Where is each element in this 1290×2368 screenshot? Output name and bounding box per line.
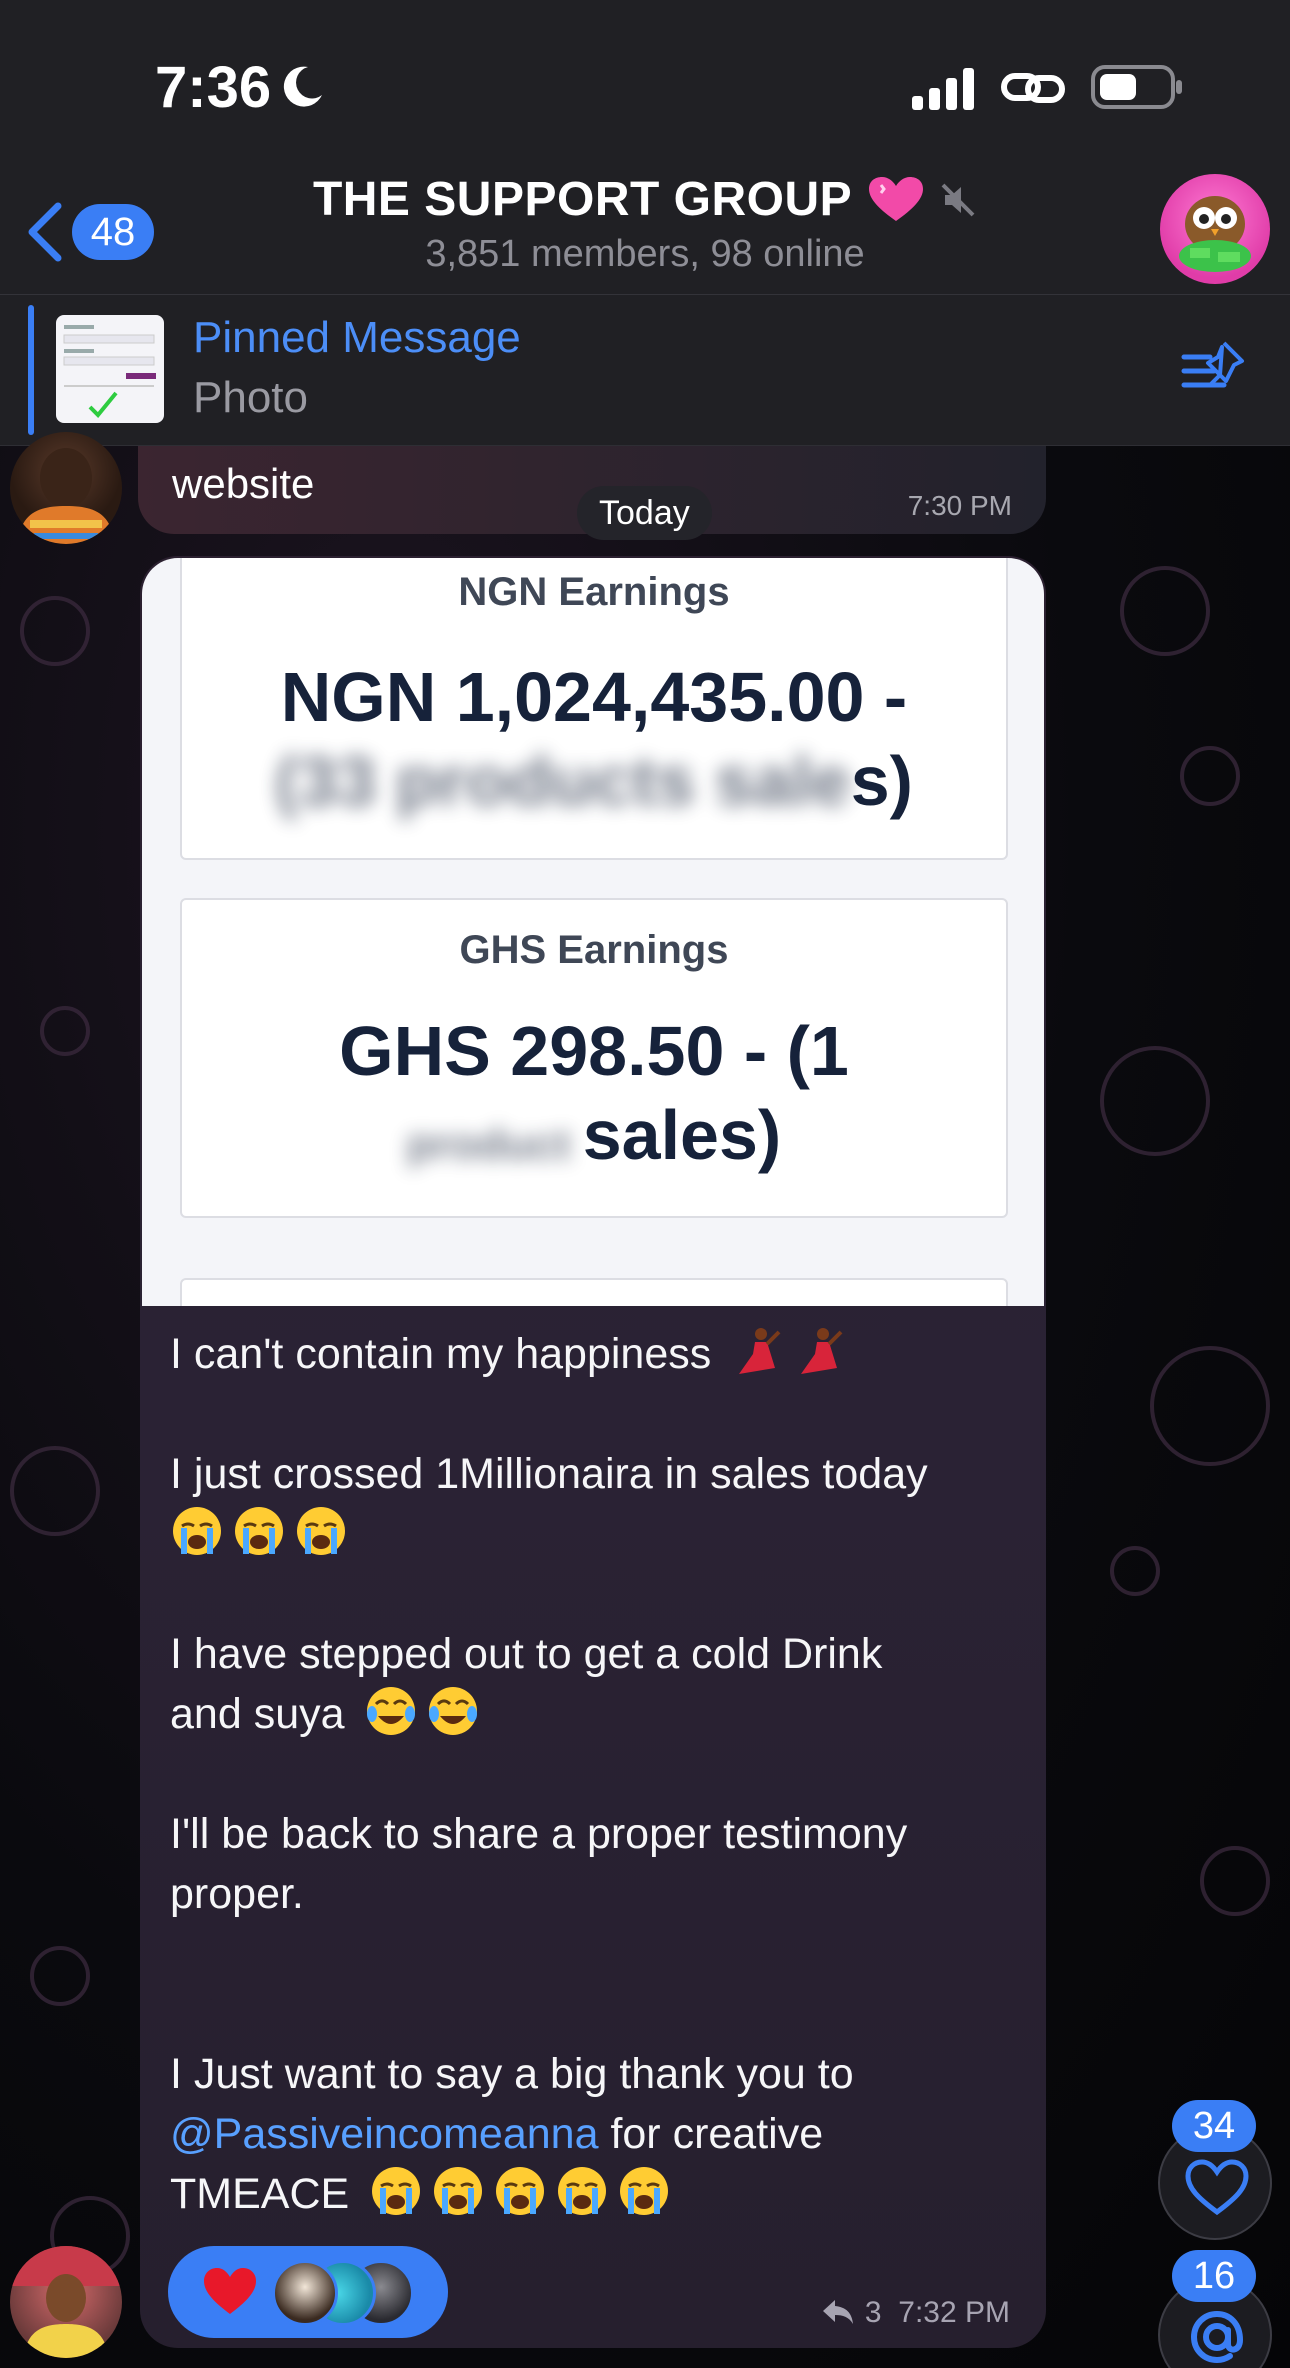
message-text: website [172, 460, 315, 507]
group-title: THE SUPPORT GROUP [312, 173, 853, 226]
tears-of-joy-icon [429, 1687, 478, 1735]
message-line: proper. [170, 1870, 304, 1918]
reactions-count-badge: 34 [1172, 2100, 1256, 2152]
signal-icon [912, 68, 974, 110]
message-line: @Passiveincomeanna for creative [170, 2110, 824, 2158]
ghs-earnings-amount: GHS 298.50 - (1 [339, 1012, 849, 1090]
crying-face-icon [434, 2167, 483, 2215]
message-line: and suya [170, 1684, 1020, 1744]
message-line: I Just want to say a big thank you to [170, 2050, 854, 2098]
dancer-emoji-icon [801, 1328, 843, 1374]
unread-count-badge: 48 [72, 204, 154, 260]
dancer-emoji-icon [739, 1328, 781, 1374]
sender-avatar[interactable] [10, 2246, 122, 2358]
date-divider: Today [577, 486, 712, 540]
pinned-list-icon[interactable] [1180, 335, 1250, 405]
pinned-subtitle: Photo [193, 373, 308, 422]
ngn-earnings-amount: NGN 1,024,435.00 - [280, 658, 908, 736]
message-photo[interactable]: NGN Earnings NGN 1,024,435.00 - (33 prod… [142, 558, 1044, 1306]
redacted-text: (33 products sale [274, 742, 851, 820]
message-bubble-main[interactable]: NGN Earnings NGN 1,024,435.00 - (33 prod… [140, 556, 1046, 2348]
message-meta: 3 7:32 PM [821, 2296, 1010, 2330]
group-avatar[interactable] [1160, 174, 1270, 284]
third-earnings-card [180, 1278, 1008, 1306]
ghs-earnings-sales: product sales) [406, 1096, 782, 1174]
message-line: I can't contain my happiness [170, 1324, 1020, 1384]
heart-icon [204, 2268, 256, 2314]
muted-icon [941, 183, 975, 216]
message-text-body: I can't contain my happiness I just cros… [170, 1324, 1020, 2224]
pinned-indicator [28, 305, 34, 435]
crying-face-icon [620, 2167, 669, 2215]
message-line: I have stepped out to get a cold Drink [170, 1630, 883, 1678]
pinned-thumbnail [56, 315, 164, 423]
ngn-earnings-label: NGN Earnings [458, 570, 730, 614]
reactor-avatar [272, 2260, 338, 2326]
chat-screen: 7:36 48 THE SUPPORT GROUP 3,851 members,… [0, 0, 1290, 2368]
status-time: 7:36 [155, 55, 272, 120]
tears-of-joy-icon [367, 1687, 416, 1735]
message-time: 7:30 PM [907, 490, 1012, 521]
chat-header: 7:36 48 THE SUPPORT GROUP 3,851 members,… [0, 0, 1290, 446]
chevron-left-icon [28, 202, 62, 262]
mentions-count-badge: 16 [1172, 2250, 1256, 2302]
battery-icon [1091, 65, 1182, 109]
reply-icon [822, 2300, 853, 2324]
reply-count: 3 [864, 2296, 882, 2329]
message-line: I'll be back to share a proper testimony [170, 1810, 908, 1858]
ngn-earnings-card: NGN Earnings NGN 1,024,435.00 - (33 prod… [180, 558, 1008, 860]
sender-avatar[interactable] [10, 432, 122, 544]
crying-face-icon [235, 1507, 283, 1555]
ghs-earnings-card: GHS Earnings GHS 298.50 - (1 product sal… [180, 898, 1008, 1218]
pinned-title: Pinned Message [193, 313, 521, 362]
sparkling-heart-icon [868, 176, 923, 221]
crying-emoji-row [170, 1504, 1020, 1564]
owl-icon [1179, 196, 1251, 272]
group-member-count: 3,851 members, 98 online [425, 233, 865, 275]
crying-face-icon [372, 2167, 421, 2215]
crying-face-icon [558, 2167, 607, 2215]
link-icon [1001, 73, 1065, 103]
redacted-text: product [406, 1120, 583, 1169]
moon-icon [283, 66, 322, 107]
reaction-chip[interactable] [168, 2246, 448, 2338]
ghs-earnings-label: GHS Earnings [459, 928, 729, 972]
message-line: TMEACE [170, 2164, 1020, 2224]
crying-face-icon [297, 1507, 345, 1555]
chat-title-area[interactable]: THE SUPPORT GROUP 3,851 members, 98 onli… [200, 172, 1090, 276]
crying-face-icon [496, 2167, 545, 2215]
pinned-message-bar[interactable]: Pinned Message Photo [0, 294, 1290, 446]
ngn-earnings-sales: (33 products sales) [274, 742, 913, 820]
message-line: I just crossed 1Millionaira in sales tod… [170, 1450, 928, 1498]
message-time: 7:32 PM [898, 2296, 1010, 2329]
user-mention-link[interactable]: @Passiveincomeanna [170, 2110, 599, 2158]
back-button[interactable]: 48 [18, 192, 168, 272]
crying-face-icon [173, 1507, 221, 1555]
